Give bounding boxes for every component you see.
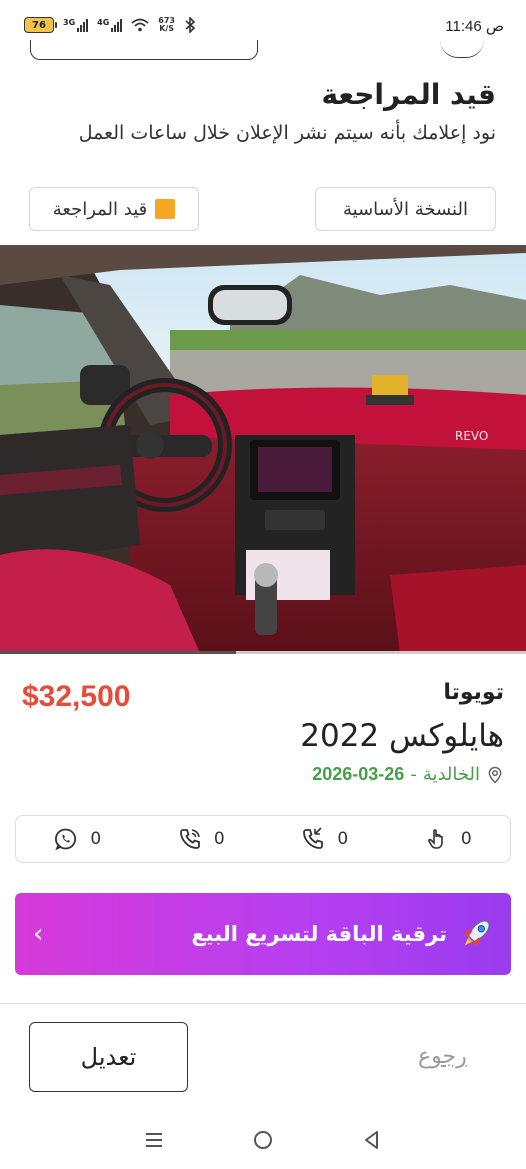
network-label-1: 3G xyxy=(63,17,76,27)
review-description: نود إعلامك بأنه سيتم نشر الإعلان خلال سا… xyxy=(78,122,496,144)
footer-divider xyxy=(0,1003,526,1004)
stat-whatsapp-value: 0 xyxy=(90,829,102,849)
listing-model: هايلوكس 2022 xyxy=(300,718,504,754)
back-link[interactable]: رجوع xyxy=(418,1044,467,1069)
sheet-header-left-curve xyxy=(30,40,258,60)
clock-time: 11:46 xyxy=(445,18,482,35)
status-square-icon xyxy=(155,199,176,219)
stat-phone-ring-value: 0 xyxy=(213,829,225,849)
listing-location-row: 2026-03-26 - الخالدية xyxy=(312,764,504,785)
clock-ampm: ص xyxy=(485,18,504,35)
signal-3g-icon: 3G xyxy=(63,17,89,32)
stats-bar: 0 0 0 0 xyxy=(15,815,511,863)
review-title: قيد المراجعة xyxy=(321,78,496,111)
stat-touch: 0 xyxy=(398,827,498,851)
stat-phone-call-value: 0 xyxy=(337,829,349,849)
listing-price: $32,500 xyxy=(22,680,131,713)
listing-separator: - xyxy=(410,764,417,785)
phone-call-icon xyxy=(303,827,324,849)
review-status-badge: قيد المراجعة xyxy=(29,187,199,231)
chevron-left-icon: ‹ xyxy=(33,919,44,949)
net-speed: 673 K/S xyxy=(158,17,175,33)
svg-text:REVO: REVO xyxy=(455,429,488,443)
system-nav-bar xyxy=(0,1110,526,1169)
car-interior-image: REVO xyxy=(0,245,526,653)
battery-icon: 76 xyxy=(24,17,57,33)
sheet-header-right-curve xyxy=(440,40,484,58)
review-status-label: قيد المراجعة xyxy=(52,198,148,220)
whatsapp-icon xyxy=(55,828,77,851)
photo-progress-fill xyxy=(0,651,236,654)
clock: ص 11:46 xyxy=(445,17,504,35)
battery-level: 76 xyxy=(32,19,46,31)
basic-version-button[interactable]: النسخة الأساسية xyxy=(315,187,496,231)
wifi-icon xyxy=(131,18,149,32)
menu-icon[interactable] xyxy=(142,1128,166,1152)
signal-4g-icon: 4G xyxy=(97,17,123,32)
listing-photo[interactable]: REVO xyxy=(0,245,526,653)
stat-phone-call: 0 xyxy=(275,827,375,851)
phone-ring-icon xyxy=(179,829,200,849)
touch-icon xyxy=(427,829,443,849)
location-pin-icon xyxy=(488,766,502,784)
basic-version-label: النسخة الأساسية xyxy=(343,198,468,220)
rocket-icon xyxy=(463,920,490,947)
listing-location: الخالدية xyxy=(422,764,480,785)
home-icon[interactable] xyxy=(251,1128,275,1152)
network-label-2: 4G xyxy=(97,17,110,27)
upgrade-package-button[interactable]: ‹ ترقية الباقة لتسريع البيع xyxy=(15,893,511,975)
edit-button-label: تعديل xyxy=(80,1043,137,1071)
listing-date: 2026-03-26 xyxy=(312,764,405,784)
back-triangle-icon[interactable] xyxy=(360,1128,384,1152)
stat-touch-value: 0 xyxy=(460,829,472,849)
edit-button[interactable]: تعديل xyxy=(29,1022,188,1092)
stat-whatsapp: 0 xyxy=(28,827,128,851)
upgrade-label: ترقية الباقة لتسريع البيع xyxy=(191,922,447,946)
net-speed-unit: K/S xyxy=(159,24,175,33)
listing-brand: تويوتا xyxy=(443,680,504,705)
stat-phone-ring: 0 xyxy=(151,827,251,851)
bluetooth-icon xyxy=(185,17,196,33)
status-icons: 76 3G 4G 673 K/S xyxy=(24,17,196,33)
